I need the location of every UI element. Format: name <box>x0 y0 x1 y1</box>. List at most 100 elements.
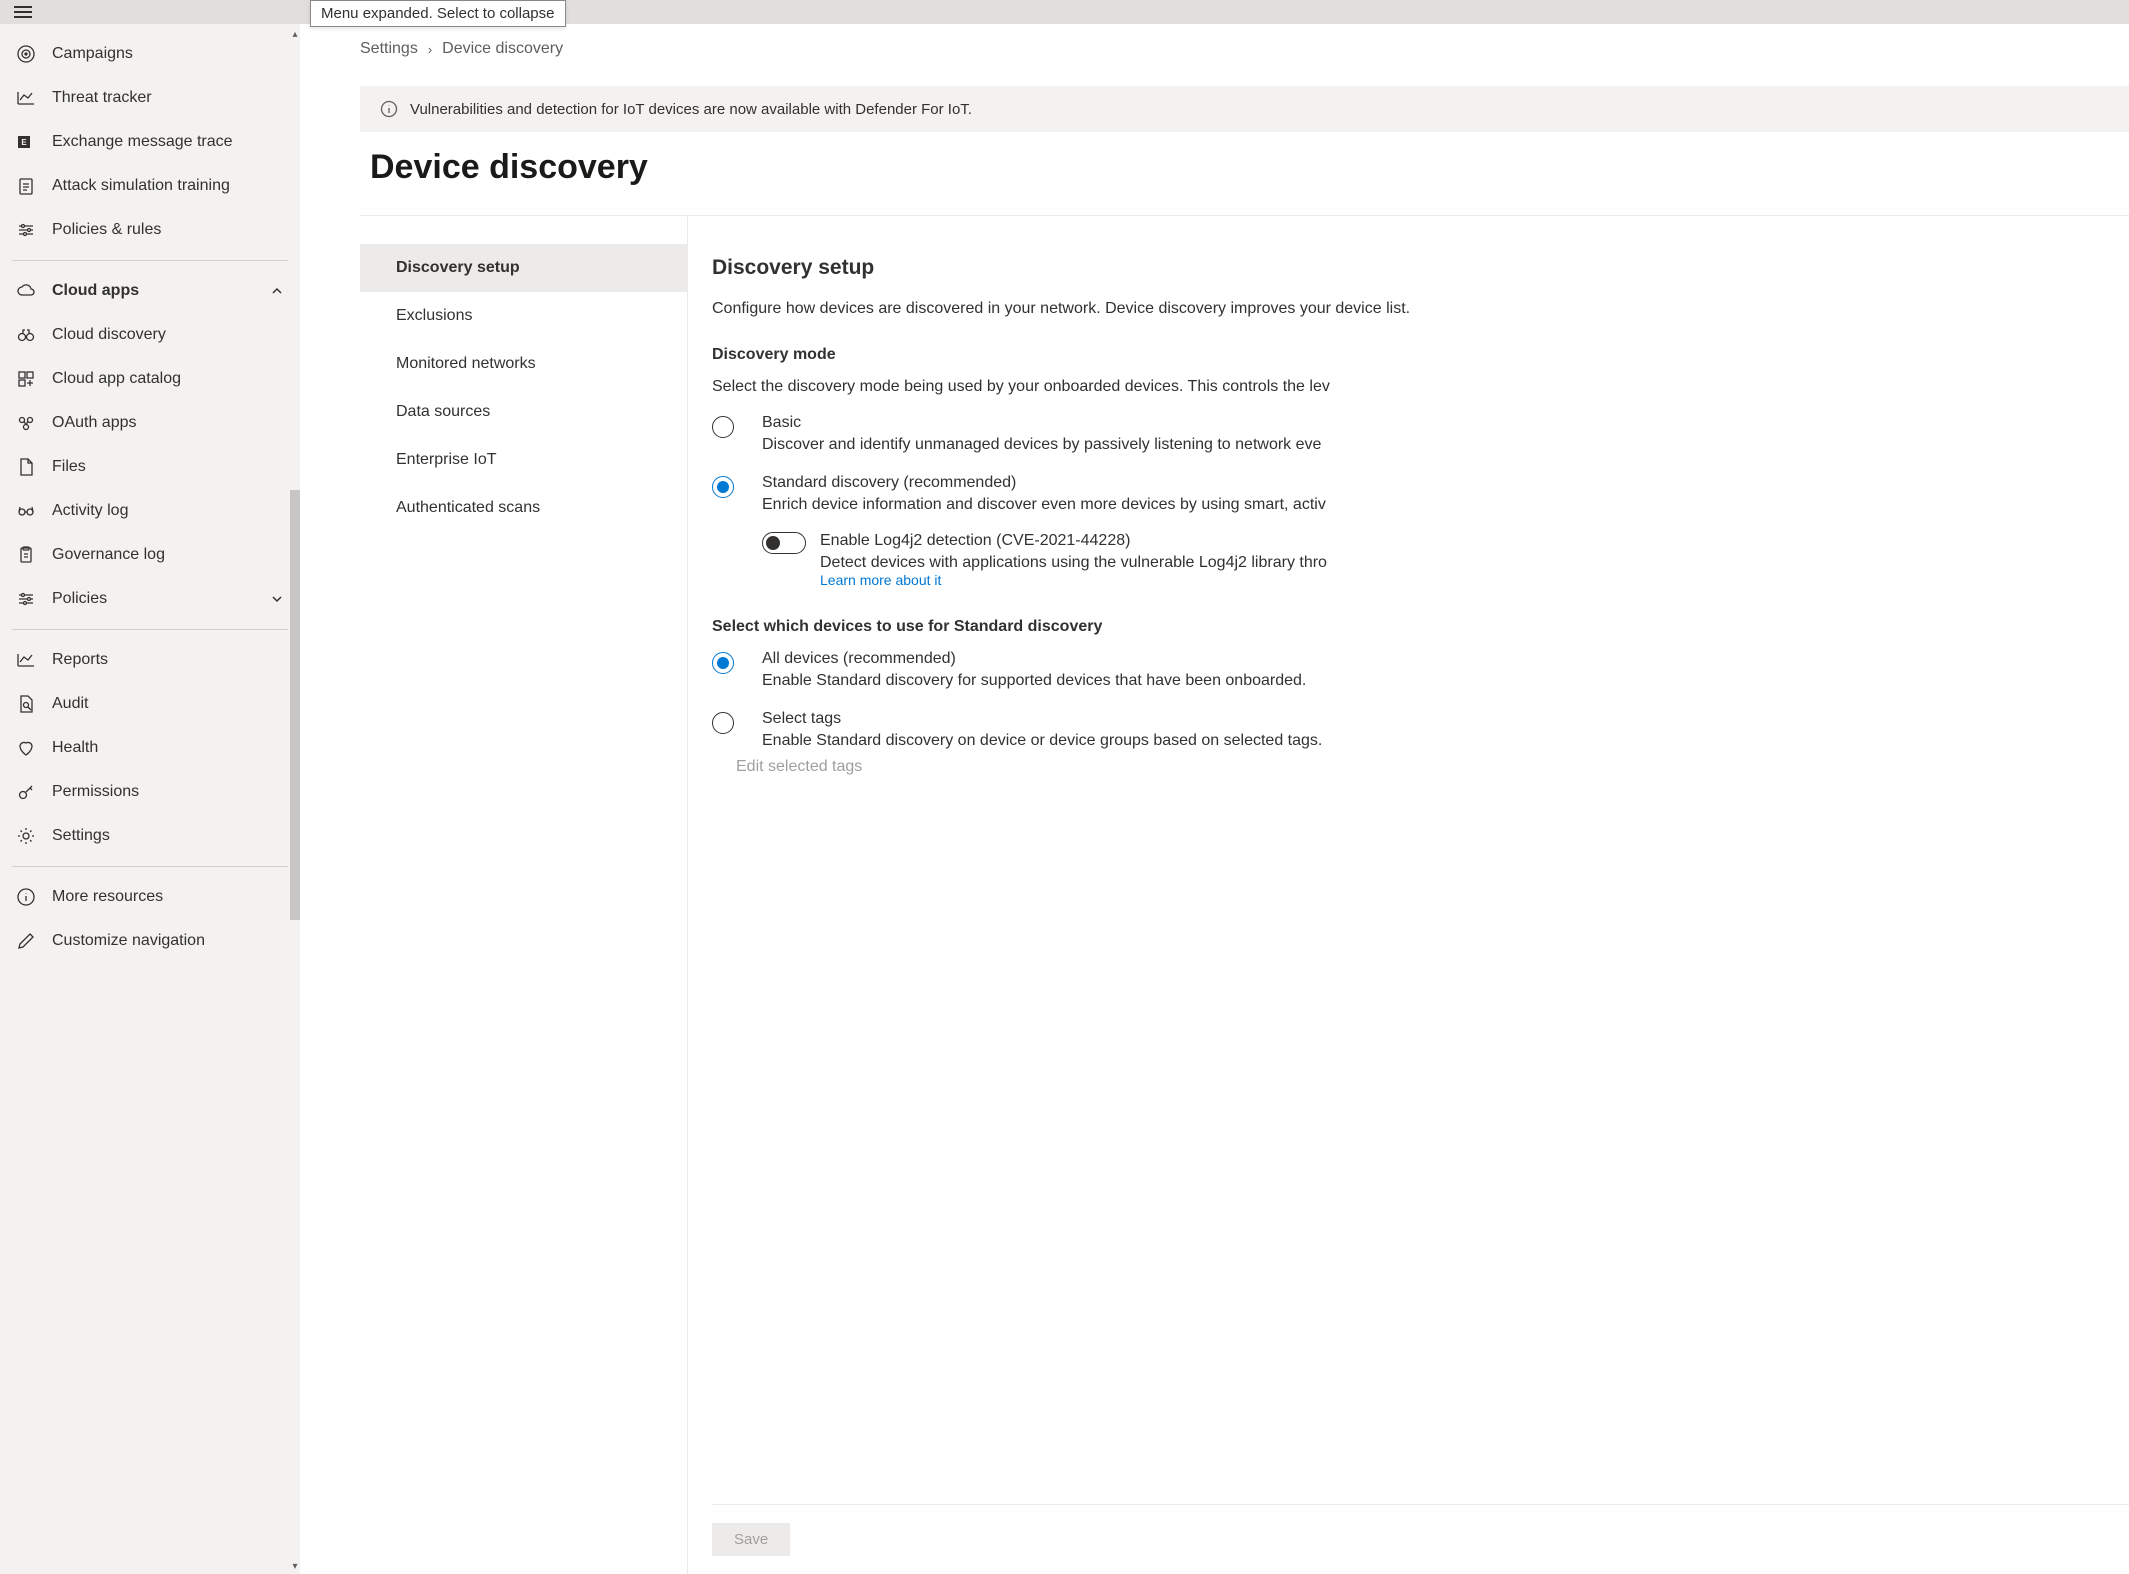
toggle-log4j-subtitle: Detect devices with applications using t… <box>820 554 1327 572</box>
learn-more-link[interactable]: Learn more about it <box>820 572 941 588</box>
sidebar-item-label: Policies & rules <box>52 221 284 239</box>
sidebar-item-audit[interactable]: Audit <box>0 682 300 726</box>
sliders-icon <box>16 589 36 609</box>
sidebar-item-health[interactable]: Health <box>0 726 300 770</box>
sidebar-item-label: Threat tracker <box>52 89 284 107</box>
exchange-icon: E <box>16 132 36 152</box>
sidebar-item-label: Permissions <box>52 783 284 801</box>
sidebar-item-threat-tracker[interactable]: Threat tracker <box>0 76 300 120</box>
heart-icon <box>16 738 36 758</box>
discovery-mode-description: Select the discovery mode being used by … <box>712 378 2129 396</box>
sidebar-item-oauth-apps[interactable]: OAuth apps <box>0 401 300 445</box>
subnav-discovery-setup[interactable]: Discovery setup <box>360 244 687 292</box>
sidebar-item-label: Cloud apps <box>52 282 254 300</box>
select-devices-label: Select which devices to use for Standard… <box>712 618 2129 636</box>
info-icon <box>16 887 36 907</box>
radio-standard[interactable] <box>712 476 734 498</box>
save-button[interactable]: Save <box>712 1523 790 1556</box>
sidebar-item-exchange-trace[interactable]: E Exchange message trace <box>0 120 300 164</box>
sidebar-item-label: Governance log <box>52 546 284 564</box>
sidebar-item-cloud-catalog[interactable]: Cloud app catalog <box>0 357 300 401</box>
radio-all-devices-title: All devices (recommended) <box>762 650 1306 668</box>
sidebar-item-customize-nav[interactable]: Customize navigation <box>0 919 300 963</box>
scroll-down-arrow[interactable]: ▾ <box>290 1562 300 1572</box>
scroll-up-arrow[interactable]: ▴ <box>290 30 300 40</box>
sidebar-item-label: Audit <box>52 695 284 713</box>
info-banner: Vulnerabilities and detection for IoT de… <box>360 86 2129 132</box>
target-icon <box>16 44 36 64</box>
sidebar-scrollbar[interactable] <box>290 490 300 920</box>
subnav-data-sources[interactable]: Data sources <box>360 388 687 436</box>
toggle-log4j[interactable] <box>762 532 806 554</box>
sidebar-item-governance-log[interactable]: Governance log <box>0 533 300 577</box>
chevron-right-icon: › <box>428 42 432 57</box>
sidebar-item-attack-sim[interactable]: Attack simulation training <box>0 164 300 208</box>
glasses-icon <box>16 501 36 521</box>
sidebar-item-cloud-apps[interactable]: Cloud apps <box>0 269 300 313</box>
subnav-authenticated-scans[interactable]: Authenticated scans <box>360 484 687 532</box>
chevron-up-icon <box>270 284 284 298</box>
radio-select-tags[interactable] <box>712 712 734 734</box>
audit-icon <box>16 694 36 714</box>
sidebar-item-label: Cloud app catalog <box>52 370 284 388</box>
breadcrumb-current: Device discovery <box>442 40 563 58</box>
nav-divider <box>12 629 288 630</box>
sidebar-item-cloud-discovery[interactable]: Cloud discovery <box>0 313 300 357</box>
radio-all-devices[interactable] <box>712 652 734 674</box>
discovery-mode-label: Discovery mode <box>712 346 2129 364</box>
main-content: Settings › Device discovery Vulnerabilit… <box>300 0 2129 1574</box>
radio-basic-title: Basic <box>762 414 1321 432</box>
sliders-icon <box>16 220 36 240</box>
sidebar-item-reports[interactable]: Reports <box>0 638 300 682</box>
breadcrumb: Settings › Device discovery <box>360 40 2129 58</box>
sidebar: Campaigns Threat tracker E Exchange mess… <box>0 0 300 1574</box>
sidebar-item-label: Reports <box>52 651 284 669</box>
banner-text: Vulnerabilities and detection for IoT de… <box>410 101 972 118</box>
clipboard-list-icon <box>16 176 36 196</box>
sidebar-item-settings[interactable]: Settings <box>0 814 300 858</box>
sidebar-item-label: Customize navigation <box>52 932 284 950</box>
menu-tooltip: Menu expanded. Select to collapse <box>310 0 566 27</box>
sidebar-item-campaigns[interactable]: Campaigns <box>0 32 300 76</box>
sidebar-item-policies[interactable]: Policies <box>0 577 300 621</box>
edit-selected-tags-link: Edit selected tags <box>736 758 2129 776</box>
sidebar-item-label: Files <box>52 458 284 476</box>
pencil-icon <box>16 931 36 951</box>
sidebar-item-label: Activity log <box>52 502 284 520</box>
sidebar-item-activity-log[interactable]: Activity log <box>0 489 300 533</box>
line-chart-icon <box>16 650 36 670</box>
page-title: Device discovery <box>360 148 2129 187</box>
line-chart-icon <box>16 88 36 108</box>
sidebar-item-label: Health <box>52 739 284 757</box>
key-icon <box>16 782 36 802</box>
subnav-enterprise-iot[interactable]: Enterprise IoT <box>360 436 687 484</box>
sidebar-item-policies-rules[interactable]: Policies & rules <box>0 208 300 252</box>
toggle-log4j-title: Enable Log4j2 detection (CVE-2021-44228) <box>820 532 1327 550</box>
detail-panel: Discovery setup Configure how devices ar… <box>688 216 2129 1574</box>
sidebar-item-label: Cloud discovery <box>52 326 284 344</box>
radio-basic[interactable] <box>712 416 734 438</box>
oauth-icon <box>16 413 36 433</box>
sidebar-item-permissions[interactable]: Permissions <box>0 770 300 814</box>
grid-plus-icon <box>16 369 36 389</box>
section-title: Discovery setup <box>712 256 2129 280</box>
binoculars-icon <box>16 325 36 345</box>
sidebar-item-label: Campaigns <box>52 45 284 63</box>
chevron-down-icon <box>270 592 284 606</box>
subnav-monitored-networks[interactable]: Monitored networks <box>360 340 687 388</box>
radio-standard-subtitle: Enrich device information and discover e… <box>762 496 1327 514</box>
radio-standard-title: Standard discovery (recommended) <box>762 474 1327 492</box>
section-description: Configure how devices are discovered in … <box>712 298 2129 320</box>
clipboard-icon <box>16 545 36 565</box>
sidebar-item-label: Settings <box>52 827 284 845</box>
breadcrumb-root[interactable]: Settings <box>360 40 418 58</box>
hamburger-menu-button[interactable] <box>0 0 46 24</box>
subnav-exclusions[interactable]: Exclusions <box>360 292 687 340</box>
sidebar-item-more-resources[interactable]: More resources <box>0 875 300 919</box>
nav-divider <box>12 260 288 261</box>
nav-divider <box>12 866 288 867</box>
info-icon <box>380 100 398 118</box>
radio-basic-subtitle: Discover and identify unmanaged devices … <box>762 436 1321 454</box>
sidebar-item-files[interactable]: Files <box>0 445 300 489</box>
cloud-icon <box>16 281 36 301</box>
